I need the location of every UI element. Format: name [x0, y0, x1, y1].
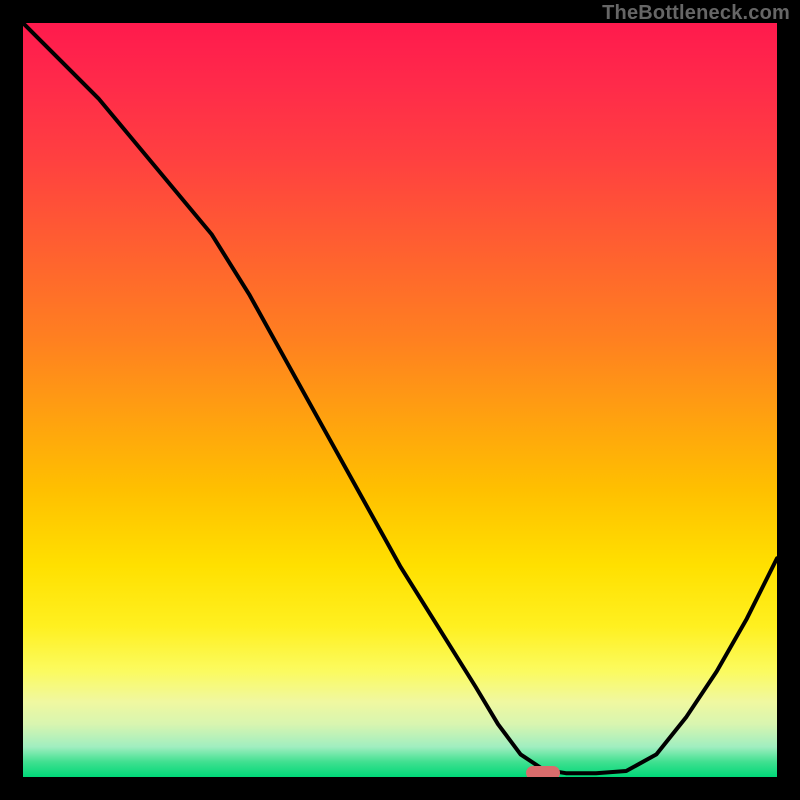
- optimal-point-marker: [526, 766, 560, 777]
- chart-frame: TheBottleneck.com: [0, 0, 800, 800]
- watermark-text: TheBottleneck.com: [602, 2, 790, 25]
- plot-area: [23, 23, 777, 777]
- bottleneck-curve: [23, 23, 777, 777]
